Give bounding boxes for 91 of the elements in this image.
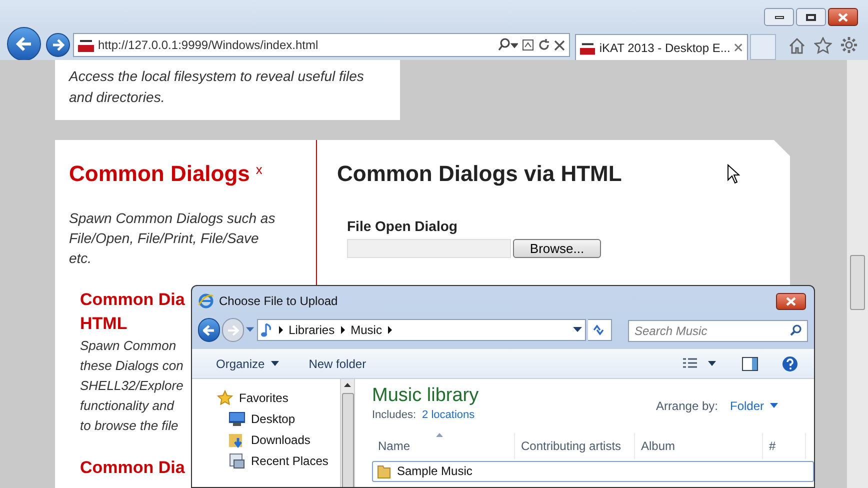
arrange-dropdown[interactable]: Folder [730,396,778,414]
column-header[interactable]: Contributing artists [515,432,635,458]
help-icon[interactable] [782,356,798,372]
nav-item[interactable]: Favorites [217,387,340,408]
settings-icon[interactable] [840,36,858,54]
site-favicon-icon [78,38,94,52]
maximize-button[interactable] [796,8,826,26]
browser-logo-icon [198,293,214,309]
nav-scrollbar[interactable] [340,379,355,487]
close-icon [838,12,848,22]
subsection-text: Spawn Common [80,337,176,355]
close-tab-icon[interactable] [734,43,743,52]
minimize-button[interactable] [764,8,794,26]
close-icon [786,296,796,306]
back-button[interactable] [198,318,220,342]
mouse-cursor-icon [727,164,740,184]
refresh-arrows-icon [592,324,606,336]
subsection-title: HTML [80,313,128,335]
breadcrumb-item[interactable]: Libraries [288,321,335,339]
arrow-left-icon [202,324,215,336]
address-bar[interactable]: http://127.0.0.1:9999/Windows/index.html [73,33,570,57]
search-icon[interactable] [498,38,518,52]
chevron-right-icon [340,326,345,334]
close-button[interactable] [828,8,858,26]
music-note-icon [260,322,273,338]
search-field[interactable]: Search Music [628,320,808,342]
nav-item[interactable]: Recent Places [229,450,340,471]
breadcrumb-bar[interactable]: Libraries Music [256,319,586,341]
home-icon[interactable] [788,36,806,54]
monitor-icon [229,412,245,426]
section-text: Spawn Common Dialogs such as File/Open, File/Print, File/Save etc. [69,209,276,268]
scroll-up-icon[interactable] [344,383,351,387]
folded-corner-icon [774,140,790,156]
main-title: Common Dialogs via HTML [337,160,622,188]
subsection-title: Common Dia [80,457,185,479]
address-text: http://127.0.0.1:9999/Windows/index.html [98,37,320,54]
arrow-right-icon [52,39,64,51]
subsection-title: Common Dia [80,289,185,311]
refresh-button[interactable] [588,319,612,341]
nav-item[interactable]: Downloads [229,429,340,450]
sort-arrow-icon [436,432,443,436]
column-header[interactable]: # [763,432,806,458]
preview-pane-icon[interactable] [742,356,758,370]
file-path-field[interactable] [347,239,511,258]
forward-button[interactable] [46,33,70,57]
column-header[interactable]: Album [635,432,763,458]
section-title: Common Dialogs [69,160,250,188]
scrollbar-thumb[interactable] [342,393,354,487]
field-label: File Open Dialog [347,217,458,236]
dropdown-caret-icon[interactable] [573,327,582,333]
search-icon[interactable] [790,324,802,336]
browse-button[interactable]: Browse... [513,239,601,258]
tab-label: iKAT 2013 - Desktop E... [599,40,730,56]
browser-tab[interactable]: iKAT 2013 - Desktop E... [575,34,748,60]
intro-text: Access the local filesystem to reveal useful files and directories. [69,67,365,107]
caret-icon [270,361,279,366]
nav-item[interactable]: Desktop [229,408,340,429]
folder-icon [377,463,391,479]
dialog-title: Choose File to Upload [219,293,338,310]
site-favicon-icon [580,40,596,54]
vertical-scrollbar[interactable] [846,60,868,488]
star-icon[interactable] [814,36,832,54]
library-title: Music library [372,385,479,407]
back-button[interactable] [7,27,41,61]
chevron-right-icon [278,326,283,334]
folder-download-icon [229,432,245,448]
refresh-icon[interactable] [538,39,550,51]
subsection-text: to browse the file [80,417,178,435]
close-link[interactable]: x [256,160,262,180]
toolbar-button[interactable]: Organize [216,354,279,372]
subsection-text: functionality and [80,397,174,415]
subsection-text: SHELL32/Explore [80,377,184,395]
star-icon [217,390,233,405]
caret-icon [770,403,778,408]
toolbar-button[interactable]: New folder [308,354,366,372]
file-row[interactable]: Sample Music [372,460,814,482]
caret-icon[interactable] [708,361,716,366]
scrollbar-thumb[interactable] [850,255,865,310]
view-list-icon[interactable] [682,358,698,370]
breadcrumb-item[interactable]: Music [350,321,382,339]
subsection-text: these Dialogs con [80,357,184,375]
arrow-right-icon [226,324,239,336]
arrange-label: Arrange by: [656,398,718,414]
stop-icon[interactable] [554,40,565,50]
includes-label: Includes: [372,408,416,423]
arrow-left-icon [15,36,33,52]
chevron-right-icon [388,326,392,334]
locations-link[interactable]: 2 locations [422,407,475,424]
dialog-close-button[interactable] [776,292,806,310]
compat-view-icon[interactable] [522,39,534,51]
recent-places-icon [229,452,245,468]
